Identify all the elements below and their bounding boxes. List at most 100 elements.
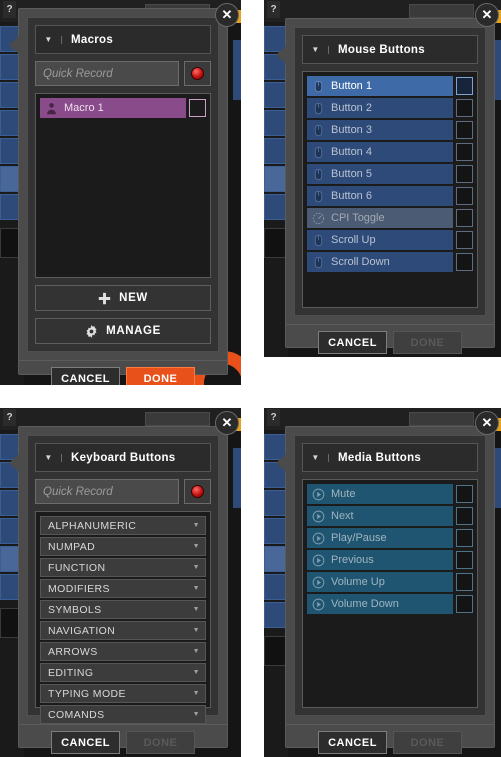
chevron-down-icon[interactable]: ▼ [36,35,62,44]
category-navigation[interactable]: NAVIGATION ▼ [40,621,206,640]
chevron-down-icon: ▼ [192,606,200,613]
close-icon[interactable]: ✕ [475,411,499,435]
bg-list-chip [264,138,286,164]
done-button[interactable]: DONE [126,367,195,385]
list-item-checkbox[interactable] [456,595,473,613]
list-item-checkbox[interactable] [456,231,473,249]
list-item[interactable]: Button 6 [307,186,473,206]
chevron-down-icon: ▼ [192,585,200,592]
category-symbols[interactable]: SYMBOLS ▼ [40,600,206,619]
panel-screenshot-keyboard-buttons: ? ▼ Keyboard Buttons Quick Record ALPHAN… [0,408,241,757]
list-item-checkbox[interactable] [456,165,473,183]
list-item[interactable]: Button 1 [307,76,473,96]
dialog-callout-arrow [276,45,287,65]
list-item[interactable]: Scroll Up [307,230,473,250]
new-button[interactable]: NEW [35,285,211,311]
list-item-checkbox[interactable] [456,485,473,503]
bg-list-chip [264,82,286,108]
record-button[interactable] [184,479,211,504]
list-item[interactable]: Mute [307,484,473,504]
dialog-header[interactable]: ▼ Macros [35,25,211,54]
list-item-checkbox[interactable] [456,77,473,95]
play-circle-icon [312,532,325,544]
category-typing-mode[interactable]: TYPING MODE ▼ [40,684,206,703]
list-item-checkbox[interactable] [456,209,473,227]
play-circle-icon [312,576,325,588]
chevron-down-icon: ▼ [192,543,200,550]
help-icon[interactable]: ? [267,409,280,426]
category-modifiers[interactable]: MODIFIERS ▼ [40,579,206,598]
list-item-checkbox[interactable] [456,551,473,569]
category-label: NAVIGATION [48,624,116,637]
list-item[interactable]: Next [307,506,473,526]
list-item-checkbox[interactable] [456,99,473,117]
dialog-body: ▼ Keyboard Buttons Quick Record ALPHANUM… [27,435,219,724]
help-icon[interactable]: ? [267,1,280,18]
category-function[interactable]: FUNCTION ▼ [40,558,206,577]
list-item-checkbox[interactable] [456,143,473,161]
dialog-footer: CANCEL DONE [286,724,494,757]
dialog-title: Mouse Buttons [338,43,425,56]
chevron-down-icon[interactable]: ▼ [303,453,329,462]
close-icon[interactable]: ✕ [215,3,239,27]
category-numpad[interactable]: NUMPAD ▼ [40,537,206,556]
dialog-footer: CANCEL DONE [19,360,227,385]
gear-icon [86,324,97,338]
done-button: DONE [393,731,462,754]
cancel-button[interactable]: CANCEL [318,731,387,754]
record-button[interactable] [184,61,211,86]
list-item-label: Volume Down [331,598,399,610]
dialog-title: Media Buttons [338,451,422,464]
panel-screenshot-macros: ? ▼ Macros Quick Record Macro 1 NEW MANA… [0,0,241,385]
quick-record-input[interactable]: Quick Record [35,61,179,86]
mouse-icon [314,234,323,246]
list-item[interactable]: Previous [307,550,473,570]
list-item[interactable]: Volume Down [307,594,473,614]
list-item[interactable]: Volume Up [307,572,473,592]
play-circle-icon [312,554,325,566]
list-item[interactable]: CPI Toggle [307,208,473,228]
category-alphanumeric[interactable]: ALPHANUMERIC ▼ [40,516,206,535]
cancel-button[interactable]: CANCEL [318,331,387,354]
list-item[interactable]: Scroll Down [307,252,473,272]
close-icon[interactable]: ✕ [215,411,239,435]
chevron-down-icon[interactable]: ▼ [303,45,329,54]
list-item-checkbox[interactable] [456,253,473,271]
close-icon[interactable]: ✕ [475,3,499,27]
cancel-button[interactable]: CANCEL [51,731,120,754]
list-item-checkbox[interactable] [456,121,473,139]
bg-right-chip [233,448,241,508]
row-label-wrap: Button 4 [307,142,453,162]
manage-button[interactable]: MANAGE [35,318,211,344]
dialog-header[interactable]: ▼ Mouse Buttons [302,35,478,64]
category-arrows[interactable]: ARROWS ▼ [40,642,206,661]
help-icon[interactable]: ? [3,409,16,426]
list-item-label: Button 1 [331,80,372,92]
plus-icon [98,292,111,304]
row-label-wrap: Next [307,506,453,526]
list-item[interactable]: Macro 1 [40,98,206,118]
list-item[interactable]: Play/Pause [307,528,473,548]
chevron-down-icon[interactable]: ▼ [36,453,62,462]
mouse-icon [314,102,323,114]
bg-list-chip [264,194,286,220]
list-item[interactable]: Button 2 [307,98,473,118]
list-item[interactable]: Button 5 [307,164,473,184]
list-item[interactable]: Button 3 [307,120,473,140]
category-comands[interactable]: COMANDS ▼ [40,705,206,724]
gauge-icon [312,212,325,224]
help-icon[interactable]: ? [3,1,16,18]
chevron-down-icon: ▼ [192,564,200,571]
list-item-checkbox[interactable] [456,187,473,205]
quick-record-input[interactable]: Quick Record [35,479,179,504]
category-editing[interactable]: EDITING ▼ [40,663,206,682]
dialog-header[interactable]: ▼ Media Buttons [302,443,478,472]
toolbar-field [409,4,474,18]
list-item-checkbox[interactable] [456,573,473,591]
list-item-checkbox[interactable] [456,529,473,547]
dialog-header[interactable]: ▼ Keyboard Buttons [35,443,211,472]
cancel-button[interactable]: CANCEL [51,367,120,385]
list-item-checkbox[interactable] [189,99,206,117]
list-item-checkbox[interactable] [456,507,473,525]
list-item[interactable]: Button 4 [307,142,473,162]
